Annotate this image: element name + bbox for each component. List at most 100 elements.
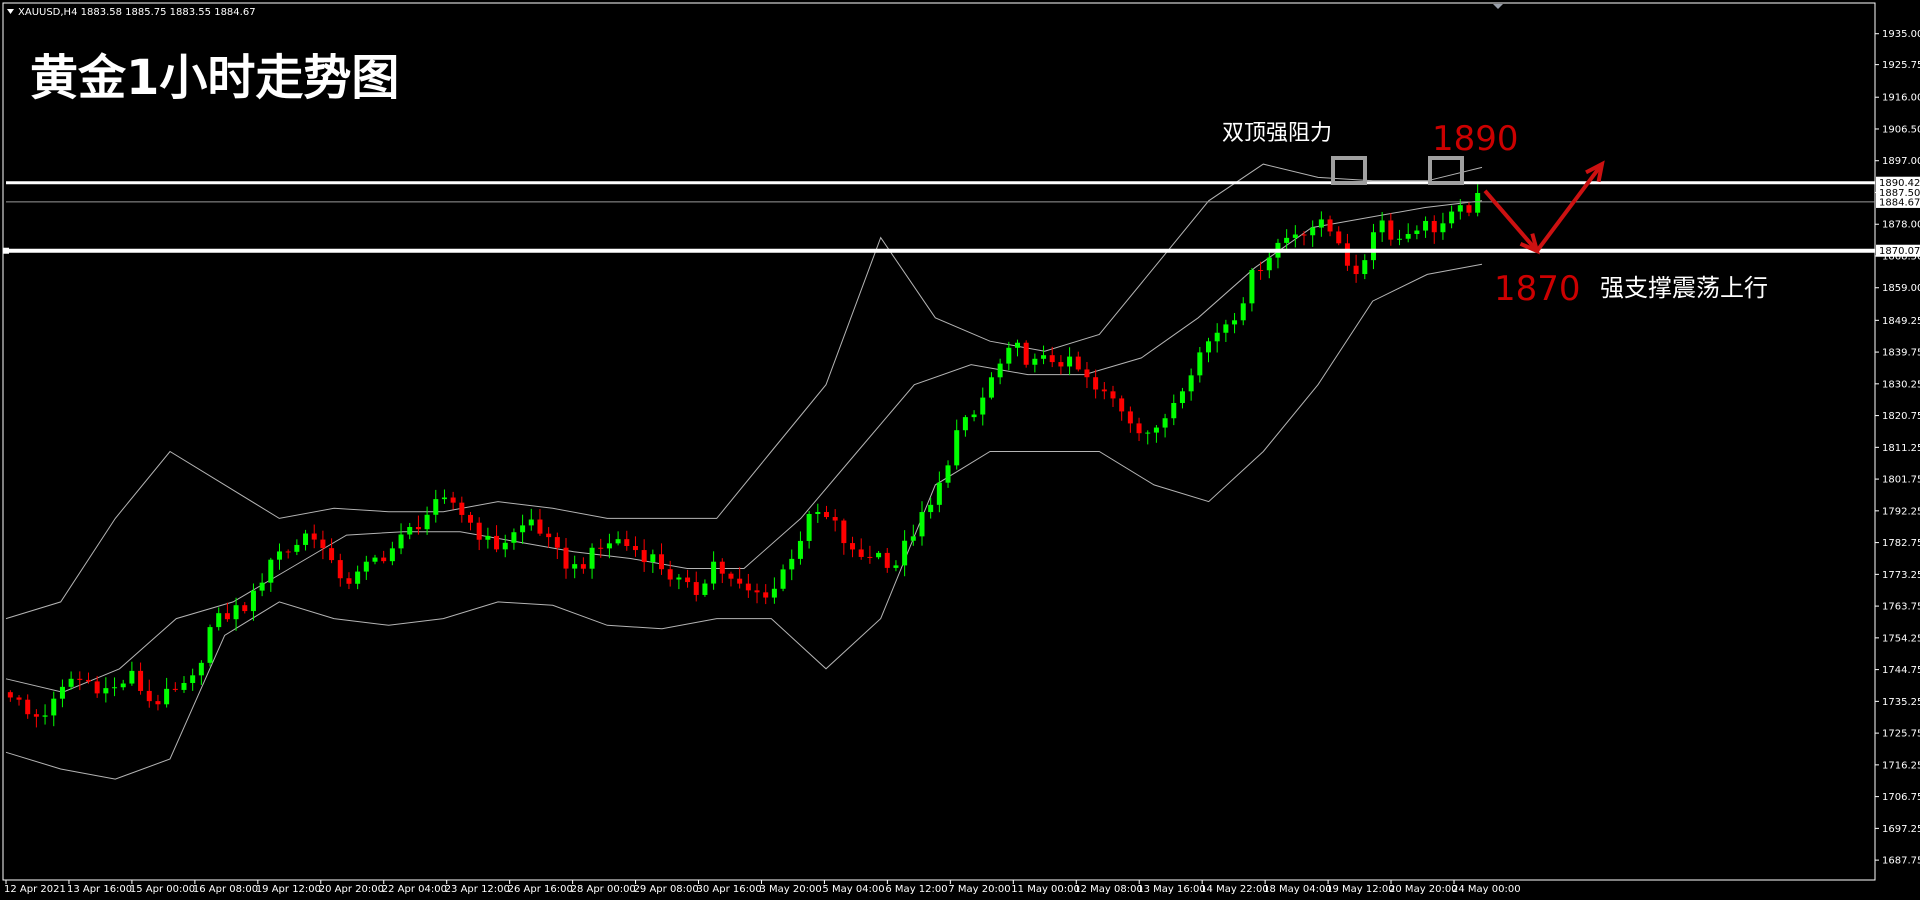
candle-body bbox=[1153, 427, 1159, 433]
price-chart[interactable]: 1935.001925.751916.001906.501897.001887.… bbox=[0, 0, 1920, 900]
candle-body bbox=[190, 675, 196, 683]
candle-body bbox=[25, 699, 31, 715]
candle-body bbox=[632, 546, 638, 551]
candle-body bbox=[1075, 356, 1081, 370]
candle-body bbox=[980, 397, 986, 415]
candle-body bbox=[242, 605, 248, 612]
time-tick-label: 7 May 20:00 bbox=[948, 884, 1010, 895]
candle-body bbox=[294, 544, 300, 552]
candle-body bbox=[233, 605, 239, 620]
chart-header-text: XAUUSD,H4 1883.58 1885.75 1883.55 1884.6… bbox=[18, 7, 256, 18]
candle-body bbox=[355, 571, 361, 584]
candle-body bbox=[676, 577, 682, 580]
candle-body bbox=[997, 363, 1003, 378]
candle-body bbox=[1214, 332, 1220, 342]
candle-body bbox=[1197, 352, 1203, 376]
candle-body bbox=[928, 504, 934, 513]
time-tick-label: 15 Apr 00:00 bbox=[130, 884, 195, 895]
time-tick-label: 24 May 00:00 bbox=[1452, 884, 1521, 895]
candle-body bbox=[832, 517, 838, 521]
candle-body bbox=[164, 688, 170, 705]
candle-body bbox=[1206, 341, 1212, 353]
candle-body bbox=[650, 554, 656, 563]
candle-body bbox=[971, 414, 977, 418]
chart-title: 黄金1小时走势图 bbox=[30, 50, 399, 106]
resistance-label: 双顶强阻力 bbox=[1222, 121, 1332, 146]
candle-body bbox=[1397, 238, 1403, 240]
candle-body bbox=[1344, 243, 1350, 266]
time-tick-label: 19 May 12:00 bbox=[1326, 884, 1395, 895]
chart-background bbox=[0, 0, 1920, 900]
candle-body bbox=[841, 520, 847, 544]
candle-body bbox=[459, 502, 465, 515]
time-tick-label: 26 Apr 16:00 bbox=[508, 884, 573, 895]
price-tick-label: 1820.75 bbox=[1882, 411, 1920, 422]
candle-body bbox=[554, 537, 560, 548]
time-tick-label: 23 Apr 12:00 bbox=[445, 884, 510, 895]
candle-body bbox=[685, 577, 691, 583]
candle-body bbox=[1127, 411, 1133, 424]
candle-body bbox=[1041, 355, 1047, 359]
candle-body bbox=[910, 536, 916, 541]
candle-body bbox=[919, 512, 925, 537]
price-tick-label: 1801.75 bbox=[1882, 475, 1920, 486]
price-tick-label: 1773.25 bbox=[1882, 570, 1920, 581]
candle-body bbox=[33, 714, 39, 717]
candle-body bbox=[1171, 403, 1177, 419]
candle-body bbox=[954, 430, 960, 466]
candle-body bbox=[693, 582, 699, 595]
candle-body bbox=[129, 670, 135, 684]
candle-body bbox=[1336, 231, 1342, 244]
candle-body bbox=[771, 588, 777, 598]
candle-body bbox=[42, 715, 48, 717]
candle-body bbox=[1449, 211, 1455, 224]
price-tick-label: 1897.00 bbox=[1882, 156, 1920, 167]
candle-body bbox=[945, 465, 951, 483]
candle-body bbox=[433, 499, 439, 515]
candle-body bbox=[936, 482, 942, 505]
candle-body bbox=[415, 527, 421, 530]
candle-body bbox=[893, 565, 899, 568]
candle-body bbox=[494, 535, 500, 550]
candle-body bbox=[1327, 219, 1333, 232]
candle-body bbox=[1370, 232, 1376, 261]
candle-body bbox=[1014, 342, 1020, 348]
price-tick-label: 1925.75 bbox=[1882, 60, 1920, 71]
candle-body bbox=[1232, 320, 1238, 325]
candle-body bbox=[268, 559, 274, 583]
chart-header: XAUUSD,H4 1883.58 1885.75 1883.55 1884.6… bbox=[7, 7, 256, 18]
candle-body bbox=[1457, 205, 1463, 212]
price-tick-label: 1735.25 bbox=[1882, 697, 1920, 708]
candle-body bbox=[1110, 391, 1116, 399]
candle-body bbox=[1266, 257, 1272, 271]
candle-body bbox=[468, 514, 474, 523]
candle-body bbox=[850, 543, 856, 550]
time-tick-label: 18 May 04:00 bbox=[1263, 884, 1332, 895]
candle-body bbox=[1179, 391, 1185, 404]
time-tick-label: 12 May 08:00 bbox=[1074, 884, 1143, 895]
candle-body bbox=[546, 533, 552, 538]
candle-body bbox=[1466, 205, 1472, 213]
candle-body bbox=[320, 539, 326, 549]
candle-body bbox=[537, 519, 543, 534]
candle-body bbox=[259, 582, 265, 591]
candle-body bbox=[702, 583, 708, 595]
candle-body bbox=[780, 569, 786, 589]
price-tick-label: 1811.25 bbox=[1882, 443, 1920, 454]
candle-body bbox=[1145, 432, 1151, 434]
candle-body bbox=[641, 550, 647, 563]
candle-body bbox=[806, 513, 812, 541]
candle-body bbox=[1223, 324, 1229, 333]
price-tick-label: 1725.75 bbox=[1882, 729, 1920, 740]
candle-body bbox=[815, 511, 821, 514]
candle-body bbox=[1362, 260, 1368, 275]
price-tick-label: 1754.25 bbox=[1882, 633, 1920, 644]
candle-body bbox=[589, 547, 595, 569]
candle-body bbox=[311, 533, 317, 540]
candle-body bbox=[1240, 303, 1246, 321]
candle-body bbox=[580, 564, 586, 569]
candle-body bbox=[337, 560, 343, 579]
candle-body bbox=[1379, 220, 1385, 233]
candle-body bbox=[1405, 233, 1411, 239]
price-tick-label: 1697.25 bbox=[1882, 824, 1920, 835]
